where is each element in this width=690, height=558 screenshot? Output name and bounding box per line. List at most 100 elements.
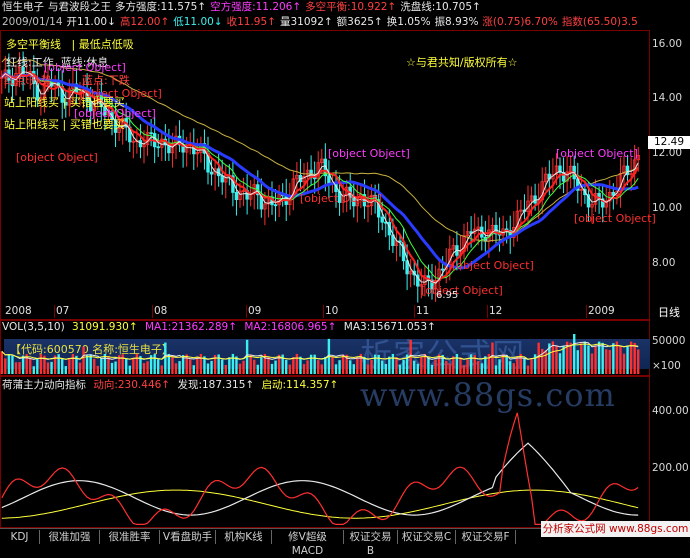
indicator-tab-4[interactable]: 机构K线 [216,530,272,544]
indicator-tab-0[interactable]: KDJ [0,530,40,544]
volume-bar [505,355,508,374]
indicator-tab-2[interactable]: 很准胜率 [100,530,160,544]
volume-bar [622,353,626,374]
hint-blue-dot: 蓝点:下跌 [82,74,130,87]
volume-bar [57,354,60,374]
signal-best-2: [object Object] [300,192,382,205]
volume-bar [32,366,35,374]
candle-body [209,171,214,175]
signal-sell-1: [object Object] [44,61,126,74]
volume-bar [576,350,579,374]
volume-bar [206,363,210,374]
indicator-chart[interactable] [0,376,649,526]
volume-bar [516,356,519,374]
candle-body [149,132,153,135]
volume-bar [14,362,18,374]
volume-bar [11,355,14,374]
header-field-3: 空方强度:11.206↑ [210,1,302,13]
indicator-tab-8[interactable]: 权证交易F [456,530,516,544]
bottom-watermark: 分析家公式网 www.88gs.com [541,521,690,537]
volume-bar [370,359,373,374]
date-tick-12: 12 [489,305,503,317]
volume-bar [313,354,316,374]
volume-bar [253,359,256,374]
volume-bar [469,354,473,374]
volume-bar [562,346,565,374]
volume-bar [637,349,640,374]
header-line-1: 恒生电子 与君波段之王 多方强度:11.575↑ 空方强度:11.206↑ 多空平衡:1… [2,1,485,14]
volume-bar [526,365,530,374]
header-field-4: 多空平衡:10.922↑ [305,1,397,13]
volume-bar [363,356,366,374]
volume-bar [601,342,604,374]
candle-body [220,175,224,183]
volume-bar [402,359,405,374]
date-tick-11: 11 [416,305,430,317]
legend-line-a: 多空平衡线 | 最低点低吸 [6,38,134,51]
volume-bar [420,356,423,374]
low-price-label: 6.95 [436,290,459,301]
indicator-tab-7[interactable]: 权证交易C [398,530,456,544]
volume-bar [523,357,526,374]
volume-bar [498,359,501,374]
signal-best-1: [object Object] [16,151,98,164]
volume-bar [619,345,622,374]
volume-bar [114,361,117,374]
volume-bar [110,362,114,374]
quote-field-0: 2009/01/14 [2,16,63,28]
volume-bar [317,360,320,374]
indicator-tab-6[interactable]: 权证交易B [344,530,398,557]
date-tick-08: 08 [154,305,168,317]
volume-bar [430,364,434,374]
date-separator [414,305,415,318]
volume-bar [356,356,359,374]
header-field-5: 洗盘线:10.705↑ [400,1,481,13]
volume-bar [302,364,306,374]
volume-bar [594,346,597,374]
volume-bar [587,345,590,374]
volume-bar [29,358,32,374]
volume-bar [381,360,384,374]
volume-bar [196,357,199,374]
indicator-tab-1[interactable]: 很准加强 [40,530,100,544]
volume-bar [185,354,188,374]
volume-bar [78,362,82,374]
quote-field-6: 额3625↑ [336,16,383,28]
indicator-tab-5[interactable]: 修V超级MACD [272,530,344,557]
quote-field-9: 涨(0.75)6.70% [482,16,558,28]
volume-bar [164,342,167,374]
volume-bar [466,359,469,374]
volume-bar [210,360,213,374]
period-label[interactable]: 日线 [658,306,680,319]
ind-tick-400: 400.00 [652,405,689,417]
volume-bar [249,354,252,374]
volume-bar [178,361,181,374]
volume-bar [0,351,3,374]
date-separator [586,305,587,318]
volume-bar [189,359,192,374]
date-separator [323,305,324,318]
volume-bar [125,359,128,374]
indicator-tab-3[interactable]: V看盘助手 [160,530,216,544]
volume-bar [153,354,156,374]
volume-bar [398,364,402,374]
volume-bar [459,357,462,374]
volume-bar [484,356,487,374]
hint-red-dot: 红点:升势 [4,74,52,87]
volume-bar [82,346,85,374]
header-line-2: 2009/01/14 开11.00↓ 高12.00↑ 低11.00↓ 收11.95↑ 量3… [2,16,642,29]
volume-bar [334,364,338,374]
volume-bar [192,365,195,374]
volume-bar [633,342,636,374]
signal-best-6: [object Object] [574,212,656,225]
price-tick-8: 8.00 [652,257,676,269]
date-tick-2009: 2009 [588,305,615,317]
volume-bar [64,366,67,374]
signal-sell-4: [object Object] [556,147,638,160]
price-tick-16: 16.00 [652,38,683,50]
volume-bar [71,354,75,374]
volume-bar [36,358,39,374]
date-separator [246,305,247,318]
volume-bars[interactable] [0,332,649,374]
volume-bar [288,364,291,374]
